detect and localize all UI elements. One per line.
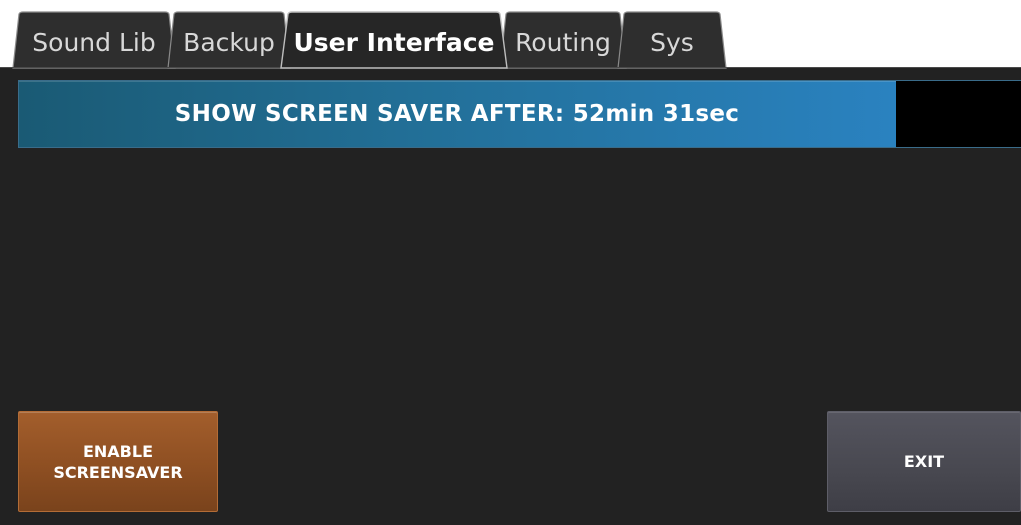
tab-bar-rule (0, 67, 1021, 68)
exit-label: EXIT (903, 452, 945, 471)
tab-backup-label: Backup (183, 27, 275, 57)
exit-button[interactable]: EXIT (827, 411, 1021, 512)
tab-user-interface[interactable]: User Interface (280, 11, 508, 69)
tab-bar: Sound Lib Backup User Interface Routing … (0, 0, 1021, 69)
tab-sys[interactable]: Sys (617, 11, 727, 69)
tab-backup[interactable]: Backup (167, 11, 291, 69)
tab-sys-label: Sys (650, 27, 694, 57)
enable-screensaver-label: ENABLE SCREENSAVER (53, 441, 183, 482)
tab-user-interface-label: User Interface (293, 27, 495, 57)
enable-screensaver-button[interactable]: ENABLE SCREENSAVER (18, 411, 218, 512)
tab-sound-lib[interactable]: Sound Lib (12, 11, 176, 69)
screen-saver-timeout-label: SHOW SCREEN SAVER AFTER: 52min 31sec (174, 101, 740, 127)
screen-saver-timeout-slider[interactable]: SHOW SCREEN SAVER AFTER: 52min 31sec (18, 80, 1021, 148)
tab-routing[interactable]: Routing (499, 11, 627, 69)
tab-routing-label: Routing (515, 27, 611, 57)
tab-sound-lib-label: Sound Lib (32, 27, 156, 57)
